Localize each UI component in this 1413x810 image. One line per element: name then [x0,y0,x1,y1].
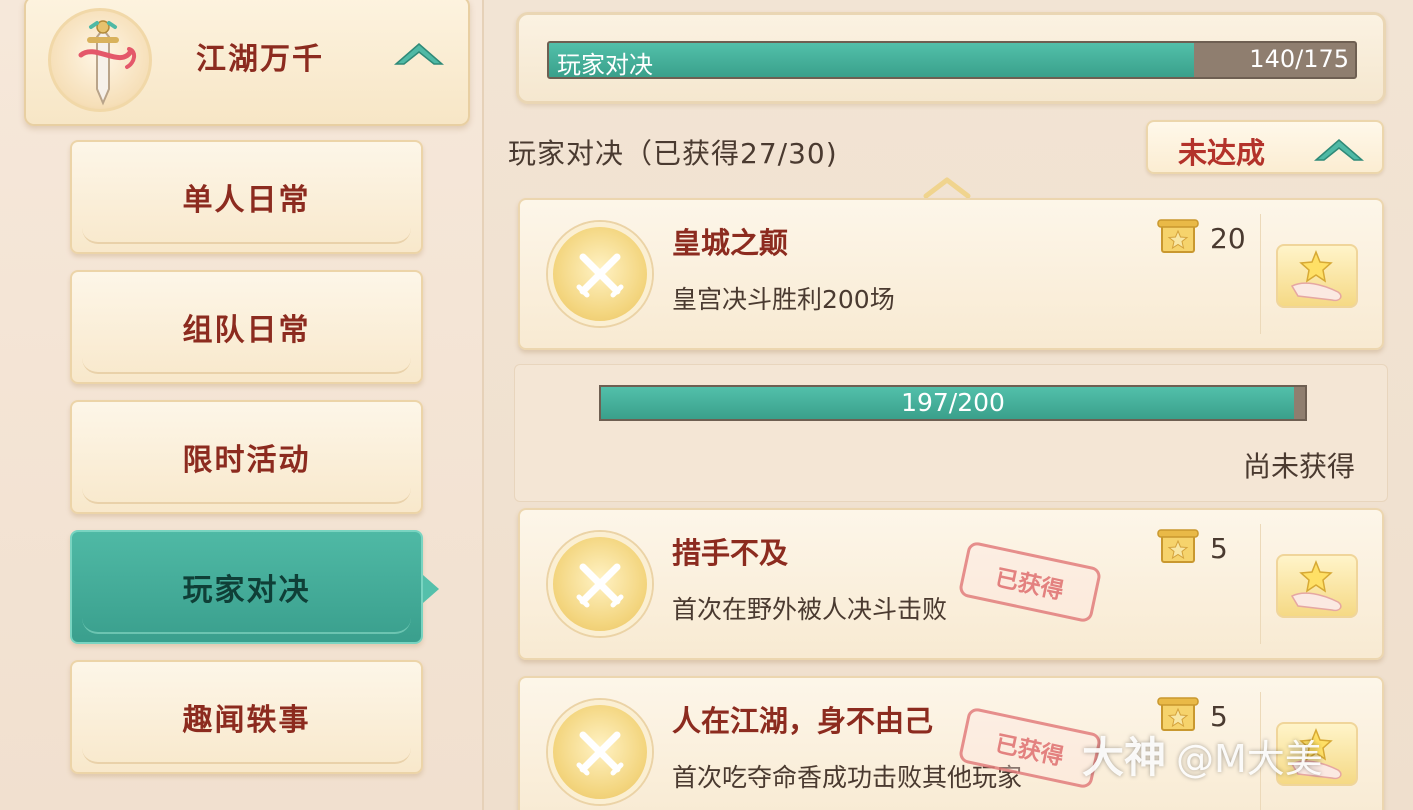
crossed-swords-icon [548,532,652,636]
category-total-progress: 玩家对决 140/175 [516,12,1386,104]
section-title: 玩家对决（已获得27/30) [508,137,838,170]
star-hand-icon [1290,249,1342,302]
card-divider [1260,524,1261,644]
reward-amount: 5 [1210,532,1228,565]
sidebar-item-label: 组队日常 [182,313,311,348]
achievement-card[interactable]: 措手不及 首次在野外被人决斗击败 5 已获得 [518,508,1384,660]
category-title: 江湖万千 [196,42,324,77]
sidebar-item-solo-daily[interactable]: 单人日常 [70,140,423,254]
status-filter-button[interactable]: 未达成 [1146,120,1384,174]
star-hand-icon [1290,559,1342,612]
sidebar-item-label: 单人日常 [182,183,311,218]
card-divider [1260,214,1261,334]
achievement-desc: 皇宫决斗胜利200场 [672,285,895,314]
sidebar-item-limited-event[interactable]: 限时活动 [70,400,423,514]
achievement-detail-panel: 玩家对决 140/175 玩家对决（已获得27/30) 未达成 皇城之颠 皇宫决… [482,0,1413,810]
achievement-status-text: 尚未获得 [1242,450,1355,483]
claim-reward-button[interactable] [1276,554,1358,618]
sidebar-item-team-daily[interactable]: 组队日常 [70,270,423,384]
sidebar-item-label: 趣闻轶事 [182,703,311,738]
achievement-name: 皇城之颠 [672,226,789,260]
achievement-progress-count: 197/200 [901,388,1005,417]
achievement-progress-bar: 197/200 [599,385,1307,421]
category-header-jianghu[interactable]: 江湖万千 [24,0,470,126]
status-filter-label: 未达成 [1178,136,1266,170]
sidebar-item-label: 限时活动 [182,443,311,478]
sidebar-item-label: 玩家对决 [182,573,311,608]
total-progress-bar: 玩家对决 140/175 [547,41,1357,79]
crossed-swords-icon [548,700,652,804]
chevron-up-icon[interactable] [392,38,446,68]
reward-amount: 20 [1210,222,1246,255]
sidebar-item-anecdotes[interactable]: 趣闻轶事 [70,660,423,774]
achievement-name: 措手不及 [672,536,789,570]
watermark: 大神 @M大美 [1082,724,1323,785]
crossed-swords-icon [548,222,652,326]
scroll-token-icon [1157,219,1199,253]
total-progress-count: 140/175 [1249,45,1349,73]
achievement-progress-panel: 197/200 尚未获得 [514,364,1388,502]
scroll-token-icon [1157,529,1199,563]
total-progress-label: 玩家对决 [557,51,653,79]
watermark-handle: @M大美 [1176,737,1323,781]
claim-reward-button[interactable] [1276,244,1358,308]
achievement-category-sidebar: 江湖万千 单人日常 组队日常 限时活动 玩家对决 趣闻轶事 [0,0,482,810]
watermark-brand: 大神 [1082,733,1167,782]
achievement-desc: 首次在野外被人决斗击败 [672,595,948,624]
achievement-name: 人在江湖，身不由己 [672,704,934,738]
chevron-up-icon [1313,139,1365,161]
active-pointer-icon [423,575,439,603]
obtained-stamp: 已获得 [957,540,1103,624]
achievement-card[interactable]: 皇城之颠 皇宫决斗胜利200场 20 [518,198,1384,350]
sidebar-item-pvp-duel[interactable]: 玩家对决 [70,530,423,644]
sword-emblem-icon [48,8,152,112]
